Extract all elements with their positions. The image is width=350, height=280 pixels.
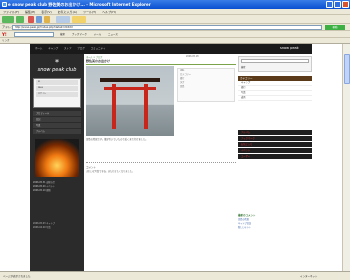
toolbar-link[interactable]: ニュース	[108, 33, 118, 36]
news-list: 2006.05.31 お知らせ 2006.05.20 イベント 2006.05.…	[33, 181, 81, 193]
menu-view[interactable]: 表示(V)	[41, 10, 51, 14]
category-item[interactable]: 道具	[238, 96, 312, 101]
right-search-input[interactable]	[241, 59, 309, 63]
right-link[interactable]: イベント	[238, 148, 312, 153]
page-viewport: ホーム キャンプ ストア ブログ コミュニティ snow peak * snow…	[0, 44, 342, 271]
side-menu-item[interactable]: アルバム	[33, 129, 81, 134]
torii-left-post	[112, 84, 116, 129]
right-link[interactable]: ブックマーク	[238, 136, 312, 141]
category-list: カテゴリー キャンプ 旅行 写真 道具	[238, 76, 312, 101]
torii-photo[interactable]	[86, 66, 174, 136]
toolbar-link[interactable]: ブックマーク	[72, 33, 87, 36]
forward-icon[interactable]	[16, 16, 24, 23]
login-button[interactable]: ログイン	[36, 92, 78, 97]
go-button[interactable]: 移動	[325, 25, 345, 30]
scroll-thumb[interactable]	[344, 54, 350, 84]
side-menu-item[interactable]: 写真	[33, 123, 81, 128]
right-search-box: 検索	[238, 56, 312, 72]
nav-item[interactable]: ブログ	[77, 47, 85, 50]
yahoo-search-input[interactable]	[14, 32, 54, 37]
post-info-box: URL カテゴリー 旅行 タグ 宮島	[177, 68, 235, 102]
home-icon[interactable]	[44, 16, 50, 23]
side-menu-item[interactable]: 日記	[33, 117, 81, 122]
nav-item[interactable]: コミュニティ	[91, 47, 106, 50]
stop-icon[interactable]	[28, 16, 34, 23]
site-logo[interactable]: snow peak	[280, 46, 299, 50]
yahoo-logo[interactable]: Y!	[2, 32, 7, 37]
close-icon[interactable]	[342, 1, 349, 8]
address-bar: アドレス http://snow-peak.jp/?index.php?deta…	[0, 24, 350, 31]
campfire-image	[35, 139, 79, 177]
menu-file[interactable]: ファイル(F)	[3, 10, 19, 14]
yahoo-toolbar: Y! 検索 ブックマーク メール ニュース	[0, 31, 350, 38]
main-content: ホーム > ブログ 2006.05.18 野佐美のお出かけ URL カテゴリー …	[86, 54, 236, 271]
back-icon[interactable]	[2, 16, 14, 23]
vertical-scrollbar[interactable]	[342, 44, 350, 271]
post-caption: 宮島の鳥居です。潮が引いていたので近くまで行けました。	[86, 138, 148, 141]
menu-help[interactable]: ヘルプ(H)	[102, 10, 116, 14]
nav-item[interactable]: キャンプ	[48, 47, 58, 50]
login-id-field[interactable]: ID	[36, 80, 78, 85]
post-date: 2006.05.18	[186, 55, 199, 58]
comment-body: きれいな写真ですね。また行きたくなりました。	[86, 170, 135, 173]
title-bar: e snow peak club 野佐美のお出かけ... - Microsoft…	[0, 0, 350, 9]
footer-item[interactable]: 2006.04.29 写真	[33, 226, 81, 230]
minimize-icon[interactable]	[326, 1, 333, 8]
left-sidebar: * snow peak club ID PASS ログイン プロフィール 日記 …	[30, 54, 84, 271]
nav-item[interactable]: ホーム	[35, 47, 42, 50]
browser-window: e snow peak club 野佐美のお出かけ... - Microsoft…	[0, 0, 350, 280]
right-link[interactable]: お気に入り	[238, 142, 312, 147]
left-footer: 2006.05.03 キャンプ 2006.04.29 写真	[33, 222, 81, 230]
status-text: ページが表示されました	[3, 275, 31, 278]
snowflake-icon: *	[55, 58, 59, 67]
comment-header: コメント	[86, 162, 236, 169]
torii-top-beam	[100, 78, 160, 82]
news-item[interactable]: 2006.05.10 更新	[33, 189, 81, 193]
brand-name: snow peak club	[37, 67, 77, 73]
info-line[interactable]: 宮島	[178, 85, 234, 89]
right-link[interactable]: ユーザー	[238, 154, 312, 159]
window-title: e snow peak club 野佐美のお出かけ... - Microsoft…	[8, 2, 151, 7]
login-box: ID PASS ログイン	[33, 78, 81, 108]
favorites-icon[interactable]	[72, 16, 86, 23]
security-zone: インターネット	[300, 275, 318, 278]
torii-right-post	[144, 84, 148, 129]
right-link-menu: アルバム ブックマーク お気に入り イベント ユーザー	[238, 130, 312, 160]
toolbar-link[interactable]: メール	[94, 33, 102, 36]
right-link[interactable]: アルバム	[238, 130, 312, 135]
menu-tools[interactable]: ツール(T)	[83, 10, 96, 14]
recent-item[interactable]: 新しいテント	[238, 226, 312, 230]
side-menu-item[interactable]: プロフィール	[33, 111, 81, 116]
menu-favorites[interactable]: お気に入り(A)	[58, 10, 77, 14]
right-search-label[interactable]: 検索	[239, 65, 311, 69]
side-menu: プロフィール 日記 写真 アルバム	[33, 111, 81, 135]
login-pass-field[interactable]: PASS	[36, 86, 78, 91]
address-input[interactable]: http://snow-peak.jp/?index.php?detail=XX…	[12, 25, 322, 30]
nav-toolbar	[0, 15, 350, 24]
ie-icon	[2, 2, 7, 7]
refresh-icon[interactable]	[36, 16, 42, 23]
page-title: 野佐美のお出かけ	[86, 59, 236, 65]
links-label[interactable]: リンク	[2, 39, 10, 42]
maximize-icon[interactable]	[334, 1, 341, 8]
toolbar-link[interactable]: 検索	[60, 33, 65, 36]
search-icon[interactable]	[56, 16, 70, 23]
menu-edit[interactable]: 編集(E)	[25, 10, 35, 14]
nav-item[interactable]: ストア	[64, 47, 72, 50]
right-sidebar: 検索 カテゴリー キャンプ 旅行 写真 道具 アルバム ブックマーク お気に入り…	[238, 54, 312, 271]
brand[interactable]: * snow peak club	[30, 58, 84, 73]
status-bar: ページが表示されました インターネット	[0, 271, 350, 280]
site-header: ホーム キャンプ ストア ブログ コミュニティ snow peak	[30, 44, 312, 54]
recent-comments: 最新のコメント 宮島の鳥居 キャンプ日記 新しいテント	[238, 214, 312, 230]
